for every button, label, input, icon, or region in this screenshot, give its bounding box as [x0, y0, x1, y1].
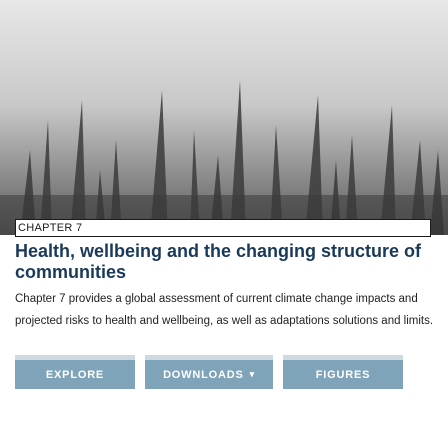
downloads-button[interactable]: DOWNLOADS ▾	[145, 355, 273, 389]
chapter-actions: EXPLORE DOWNLOADS ▾ FIGURES	[15, 355, 435, 389]
chapter-description: Chapter 7 provides a global assessment o…	[15, 293, 434, 327]
cover-photo-illustration	[0, 0, 448, 235]
chapter-number-label: CHAPTER 7	[15, 219, 431, 237]
chapter-title: Health, wellbeing and the changing struc…	[15, 241, 422, 282]
explore-button-label: EXPLORE	[45, 368, 105, 381]
figures-button-label: FIGURES	[315, 368, 371, 381]
chevron-down-icon: ▾	[249, 369, 255, 379]
explore-button[interactable]: EXPLORE	[15, 355, 135, 389]
downloads-button-label: DOWNLOADS	[163, 368, 244, 381]
figures-button[interactable]: FIGURES	[283, 355, 403, 389]
chapter-cover-image	[0, 0, 448, 235]
